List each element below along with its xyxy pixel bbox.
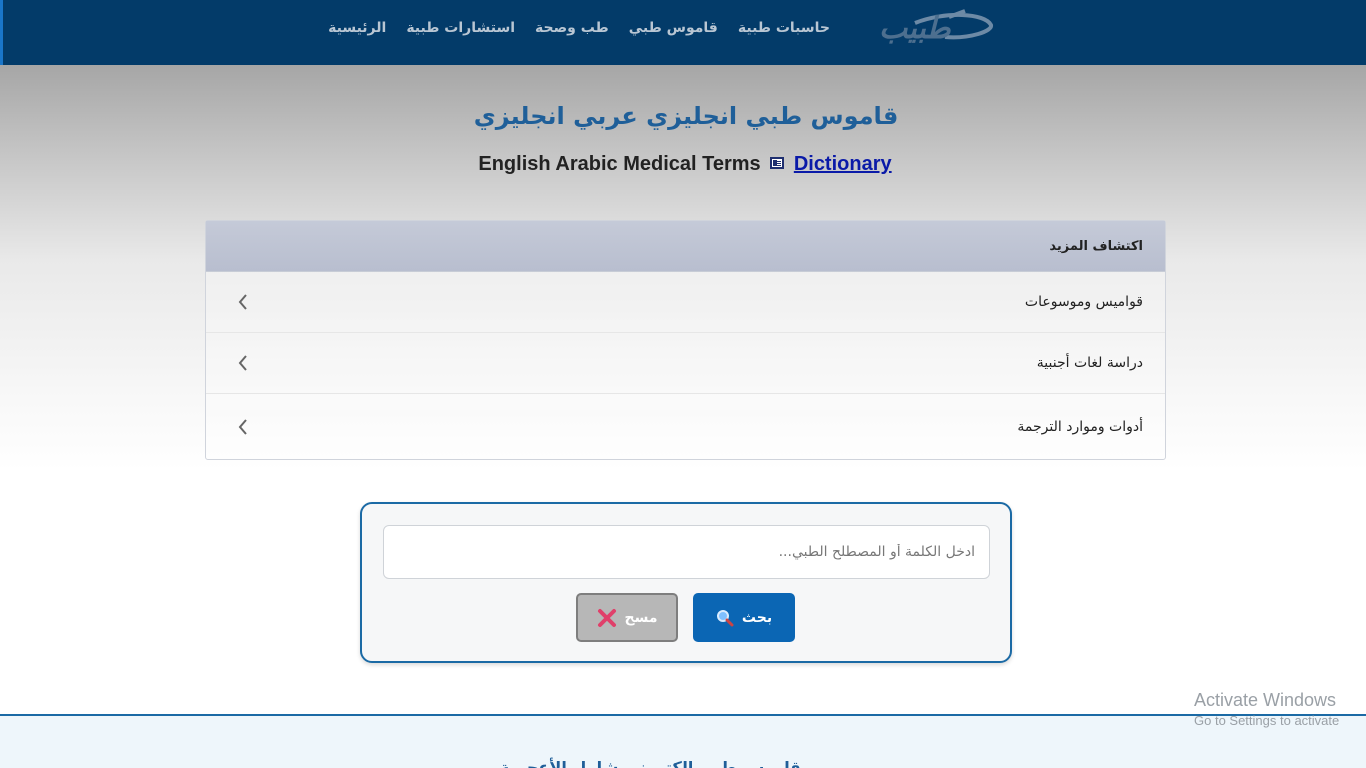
top-navbar: طبيب الرئيسية استشارات طبية طب وصحة قامو… — [0, 0, 1366, 65]
page-title: قاموس طبي انجليزي عربي انجليزي — [473, 102, 899, 130]
explore-item-label: أدوات وموارد الترجمة — [1017, 419, 1143, 435]
explore-more-panel: اكتشاف المزيد قواميس وموسوعات دراسة لغات… — [205, 220, 1166, 460]
magnifier-icon — [716, 609, 734, 626]
nav-link-consultations[interactable]: استشارات طبية — [406, 20, 515, 36]
clear-button[interactable]: مسح — [576, 593, 678, 642]
logo-text: طبيب — [879, 11, 951, 46]
explore-item-label: دراسة لغات أجنبية — [1036, 355, 1143, 371]
page-subtitle: English Arabic Medical Terms Dictionary — [0, 153, 1366, 176]
main-nav: الرئيسية استشارات طبية طب وصحة قاموس طبي… — [328, 20, 830, 36]
close-x-icon — [597, 608, 616, 627]
nav-link-calculators[interactable]: حاسبات طبية — [738, 20, 830, 36]
explore-item-languages[interactable]: دراسة لغات أجنبية — [206, 333, 1165, 394]
nav-link-dictionary[interactable]: قاموس طبي — [629, 20, 718, 36]
site-logo[interactable]: طبيب — [875, 9, 995, 51]
nav-link-home[interactable]: الرئيسية — [328, 20, 386, 36]
explore-item-label: قواميس وموسوعات — [1024, 294, 1143, 310]
os-activation-watermark: Activate Windows Go to Settings to activ… — [1194, 690, 1339, 728]
chevron-left-icon — [238, 419, 247, 435]
search-button-label: بحث — [741, 609, 773, 626]
explore-more-heading: اكتشاف المزيد — [206, 221, 1165, 272]
dictionary-link[interactable]: Dictionary — [794, 153, 892, 175]
chevron-left-icon — [238, 294, 247, 310]
explore-item-dictionaries[interactable]: قواميس وموسوعات — [206, 272, 1165, 333]
watermark-line2: Go to Settings to activate — [1194, 713, 1340, 728]
dictionary-icon — [770, 157, 785, 169]
nav-link-medicine-health[interactable]: طب وصحة — [535, 20, 609, 36]
subtitle-text: English Arabic Medical Terms — [478, 153, 761, 175]
search-button[interactable]: بحث — [693, 593, 795, 642]
watermark-line1: Activate Windows — [1194, 690, 1337, 710]
chevron-left-icon — [238, 355, 247, 371]
explore-item-translation[interactable]: أدوات وموارد الترجمة — [206, 394, 1165, 460]
clear-button-label: مسح — [624, 609, 658, 626]
footer-text: قاموس طبي الكتروني شامل الأعجمية — [500, 758, 801, 768]
search-input[interactable] — [383, 525, 990, 579]
search-panel: بحث مسح — [360, 502, 1012, 663]
footer: قاموس طبي الكتروني شامل الأعجمية — [0, 714, 1366, 768]
